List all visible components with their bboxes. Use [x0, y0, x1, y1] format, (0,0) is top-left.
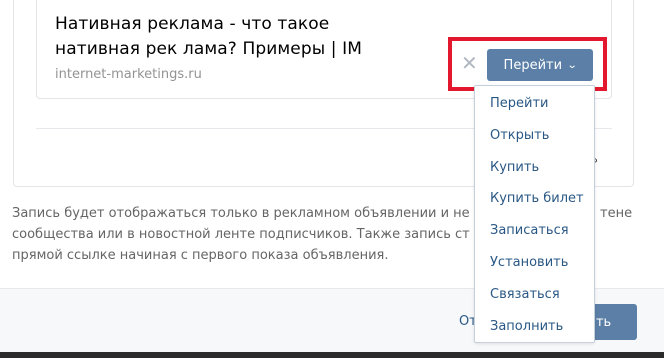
link-domain: internet-marketings.ru — [55, 67, 202, 82]
dropdown-item-install[interactable]: Установить — [475, 247, 594, 279]
chevron-down-icon: ⌄ — [566, 59, 578, 71]
dropdown-item-buy[interactable]: Купить — [475, 152, 594, 184]
dropdown-item-contact[interactable]: Связаться — [475, 279, 594, 311]
dropdown-item-open[interactable]: Открыть — [475, 120, 594, 152]
dropdown-item-buy-ticket[interactable]: Купить билет — [475, 183, 594, 215]
dropdown-item-go[interactable]: Перейти — [475, 88, 594, 120]
info-note-tail: тене — [600, 206, 633, 221]
go-button[interactable]: Перейти ⌄ — [487, 49, 593, 81]
dropdown-item-sign-up[interactable]: Записаться — [475, 215, 594, 247]
info-note: Запись будет отображаться только в рекла… — [12, 206, 470, 263]
close-icon[interactable]: ✕ — [461, 53, 478, 73]
bottom-bar — [0, 352, 664, 358]
dropdown-item-fill[interactable]: Заполнить — [475, 311, 594, 343]
link-title[interactable]: Нативная реклама - что такое нативная ре… — [55, 12, 405, 62]
button-type-dropdown: Перейти Открыть Купить Купить билет Запи… — [474, 85, 595, 343]
go-button-label: Перейти — [503, 57, 563, 73]
